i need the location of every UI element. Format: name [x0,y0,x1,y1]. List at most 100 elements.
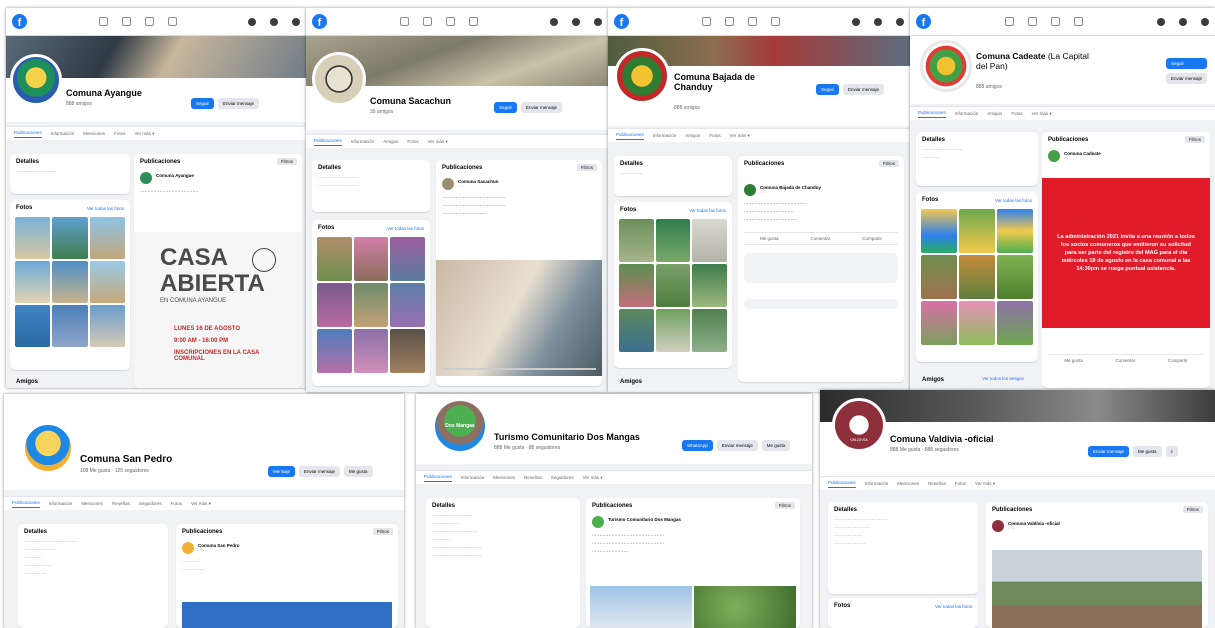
post-video[interactable] [436,260,602,376]
tab-reviews[interactable]: Reseñas [524,475,542,480]
video-progress-bar[interactable] [442,368,596,370]
groups-icon[interactable] [468,17,478,26]
photo-thumb[interactable] [89,305,125,347]
message-button[interactable]: Enviar mensaje [1088,446,1130,457]
profile-avatar[interactable] [10,54,62,106]
filters-button[interactable]: Filtros [774,502,795,509]
like-button[interactable]: Me gusta [1064,358,1083,363]
photo-thumb[interactable] [52,217,88,259]
post-image[interactable] [992,550,1202,628]
photo-thumb[interactable] [921,209,957,253]
photo-thumb[interactable] [317,329,352,373]
tab-photos[interactable]: Fotos [709,133,720,138]
tab-mentions[interactable]: Menciones [81,501,103,506]
message-button[interactable]: Enviar mensaje [716,440,758,451]
tab-posts[interactable]: Publicaciones [12,500,40,508]
photo-thumb[interactable] [619,219,654,262]
tab-info[interactable]: Información [865,481,889,486]
photo-thumb[interactable] [921,255,957,299]
groups-icon[interactable] [167,17,177,26]
tab-info[interactable]: Información [653,133,677,138]
groups-icon[interactable] [1074,17,1083,26]
photo-thumb[interactable] [655,309,691,352]
photo-thumb[interactable] [353,283,389,327]
tab-posts[interactable]: Publicaciones [424,474,452,482]
tab-photos[interactable]: Fotos [407,139,418,144]
notifications-icon[interactable] [896,17,904,26]
post-image[interactable] [182,602,392,628]
photo-thumb[interactable] [317,283,352,327]
marketplace-icon[interactable] [1051,17,1060,26]
photo-thumb[interactable] [15,217,51,259]
like-page-button[interactable]: Me gusta [344,466,373,477]
photo-thumb[interactable] [619,264,654,307]
tab-more[interactable]: Ver más ▾ [428,139,448,145]
photo-thumb[interactable] [959,301,995,345]
filters-button[interactable]: Filtros [1182,506,1203,513]
photo-thumb[interactable] [997,255,1033,299]
facebook-logo-icon[interactable]: f [12,14,27,29]
photo-thumb[interactable] [353,237,389,281]
tab-posts[interactable]: Publicaciones [616,132,644,140]
like-page-button[interactable]: Me gusta [1133,446,1162,457]
tab-info[interactable]: Información [955,111,979,116]
tab-info[interactable]: Información [351,139,375,144]
share-button[interactable]: Compartir [862,236,882,241]
marketplace-icon[interactable] [445,17,455,26]
groups-icon[interactable] [770,17,780,26]
marketplace-icon[interactable] [144,17,154,26]
photo-thumb[interactable] [959,209,995,253]
post-author[interactable]: Turismo Comunitario Dos Mangas [608,517,681,522]
message-button[interactable]: Mensaje [268,466,296,477]
photo-thumb[interactable] [692,219,727,262]
comment-input[interactable] [744,298,898,309]
filters-button[interactable]: Filtros [878,160,899,167]
messenger-icon[interactable] [270,17,278,26]
menu-icon[interactable] [550,17,558,26]
see-all-photos-link[interactable]: Ver todas las fotos [87,206,124,211]
tab-mentions[interactable]: Menciones [897,481,919,486]
like-page-button[interactable]: Me gusta [761,440,791,451]
notifications-icon[interactable] [594,17,602,26]
tab-posts[interactable]: Publicaciones [828,480,856,488]
facebook-logo-icon[interactable]: f [916,14,931,29]
tab-posts[interactable]: Publicaciones [14,130,42,138]
tab-reviews[interactable]: Reseñas [112,501,130,506]
message-button[interactable]: Enviar mensaje [218,98,260,109]
post-image-left[interactable] [590,586,692,628]
tab-info[interactable]: Información [461,475,485,480]
tab-photos[interactable]: Fotos [171,501,182,506]
message-button[interactable]: Enviar mensaje [521,102,563,113]
tab-followers[interactable]: Seguidores [139,501,162,506]
red-announcement-post[interactable]: La administración 2021 invita a una reun… [1042,178,1210,328]
photo-thumb[interactable] [15,305,51,347]
photo-thumb[interactable] [52,261,88,303]
message-button[interactable]: Enviar mensaje [1166,73,1208,84]
tab-more[interactable]: Ver más ▾ [975,481,995,487]
profile-avatar[interactable]: Dos Mangas [432,398,488,454]
photo-thumb[interactable] [390,283,425,327]
comment-button[interactable]: Comentar [1115,358,1135,363]
home-icon[interactable] [1005,17,1014,26]
photo-thumb[interactable] [390,329,425,373]
casa-abierta-flyer[interactable]: CASA ABIERTA EN COMUNA AYANGUE LUNES 16 … [134,232,302,388]
watch-icon[interactable] [1028,17,1037,26]
photo-thumb[interactable] [692,264,727,307]
tab-info[interactable]: Información [51,131,75,136]
menu-icon[interactable] [1157,17,1165,26]
tab-more[interactable]: Ver más ▾ [134,131,154,137]
photo-thumb[interactable] [619,309,654,352]
post-author[interactable]: Comuna Valdivia -oficial [1008,521,1060,526]
follow-button[interactable]: Seguir [1166,58,1208,69]
messenger-icon[interactable] [572,17,580,26]
share-button[interactable]: Compartir [1168,358,1188,363]
photo-thumb[interactable] [89,217,125,259]
tab-more[interactable]: Ver más ▾ [583,475,603,481]
menu-icon[interactable] [248,17,256,26]
see-all-photos-link[interactable]: Ver todas las fotos [935,604,972,609]
tab-friends[interactable]: Amigos [987,111,1002,116]
see-all-photos-link[interactable]: Ver todas las fotos [689,208,726,213]
filters-button[interactable]: Filtros [576,164,597,171]
marketplace-icon[interactable] [747,17,757,26]
tab-friends[interactable]: Amigos [685,133,700,138]
